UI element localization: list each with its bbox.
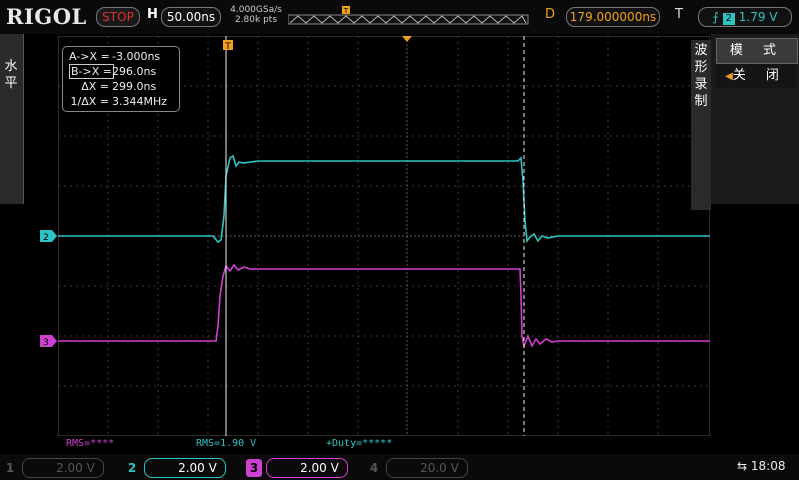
channel-4-number: 4: [369, 461, 379, 475]
cursor-a-label: A->X =: [69, 50, 110, 63]
channel-3-trace: [58, 263, 710, 349]
cursor-dx-row: ΔX = 299.0ns: [69, 79, 179, 94]
acquisition-info: 4.000GSa/s 2.80k pts: [230, 5, 282, 25]
channel-2-scale: 2.00 V: [143, 458, 226, 478]
cursor-a-value: -3.000ns: [112, 50, 161, 63]
horizontal-label: H: [147, 7, 158, 22]
svg-text:2: 2: [43, 233, 49, 242]
status-clock: ⇆ 18:08: [737, 459, 785, 473]
timebase-value[interactable]: 50.00ns: [161, 7, 221, 27]
channel-3-number: 3: [246, 459, 262, 477]
trigger-time-marker: T: [223, 40, 233, 52]
channel-2-trace: [58, 154, 710, 244]
cursor-dx-value: 299.0ns: [112, 80, 157, 93]
cursor-readout-panel: A->X = -3.000ns B->X =296.0ns ΔX = 299.0ns…: [62, 46, 180, 112]
measurement-duty-ch2: +Duty=*****: [326, 438, 393, 449]
channel-3-offset-marker[interactable]: 3: [40, 335, 58, 347]
cursor-b-label: B->X =: [69, 64, 114, 79]
channel-4-scale: 20.0 V: [385, 458, 468, 478]
off-softkey[interactable]: ◀关 闭: [716, 64, 796, 88]
channel-1-scale: 2.00 V: [21, 458, 104, 478]
cursor-b-row: B->X =296.0ns: [69, 64, 179, 79]
cursor-freq-value: 3.344MHz: [112, 95, 168, 108]
horizontal-menu-label: 水平: [4, 59, 18, 91]
trigger-label: T: [675, 7, 683, 22]
channel-2-status[interactable]: 2 2.00 V: [124, 458, 226, 478]
channel-3-status[interactable]: 3 2.00 V: [246, 458, 348, 478]
delay-value[interactable]: 179.000000ns: [566, 7, 660, 27]
rising-edge-icon: ⨍: [712, 10, 719, 24]
cursor-b-value: 296.0ns: [112, 65, 157, 78]
trigger-marker-label: T: [343, 7, 349, 15]
trigger-source-badge: 2: [722, 13, 735, 25]
mode-softkey[interactable]: 模 式: [716, 38, 798, 64]
run-stop-indicator[interactable]: STOP: [96, 7, 140, 27]
usb-icon: ⇆: [737, 459, 748, 473]
memory-depth: 2.80k pts: [234, 15, 278, 25]
svg-text:T: T: [224, 42, 231, 52]
svg-text:3: 3: [43, 338, 49, 347]
sample-rate: 4.000GSa/s: [230, 5, 282, 15]
measurement-rms-ch2: RMS=1.90 V: [196, 438, 257, 449]
cursor-freq-row: 1/ΔX = 3.344MHz: [69, 94, 179, 109]
cursor-freq-label: 1/ΔX =: [70, 95, 109, 108]
channel-4-status[interactable]: 4 20.0 V: [366, 458, 468, 478]
cursor-dx-label: ΔX =: [81, 80, 109, 93]
waveform-record-menu-title: 波形录制: [694, 43, 708, 109]
trigger-setting[interactable]: ⨍ 2 1.79 V: [698, 7, 792, 27]
off-softkey-label: 关 闭: [732, 68, 787, 83]
memory-overview-bar: T: [288, 6, 529, 25]
rigol-logo: RIGOL: [6, 4, 87, 29]
cursor-a-row: A->X = -3.000ns: [69, 49, 179, 64]
center-time-marker: [402, 36, 412, 42]
clock-time: 18:08: [750, 459, 786, 473]
trigger-level: 1.79 V: [738, 10, 778, 24]
channel-1-status[interactable]: 1 2.00 V: [2, 458, 104, 478]
measurement-rms-ch3: RMS=****: [66, 438, 115, 449]
channel-1-number: 1: [5, 461, 15, 475]
delay-label: D: [545, 7, 556, 22]
selector-arrow-icon: ◀: [725, 71, 733, 82]
channel-2-number: 2: [127, 461, 137, 475]
channel-3-scale: 2.00 V: [265, 458, 348, 478]
channel-2-offset-marker[interactable]: 2: [40, 230, 58, 242]
